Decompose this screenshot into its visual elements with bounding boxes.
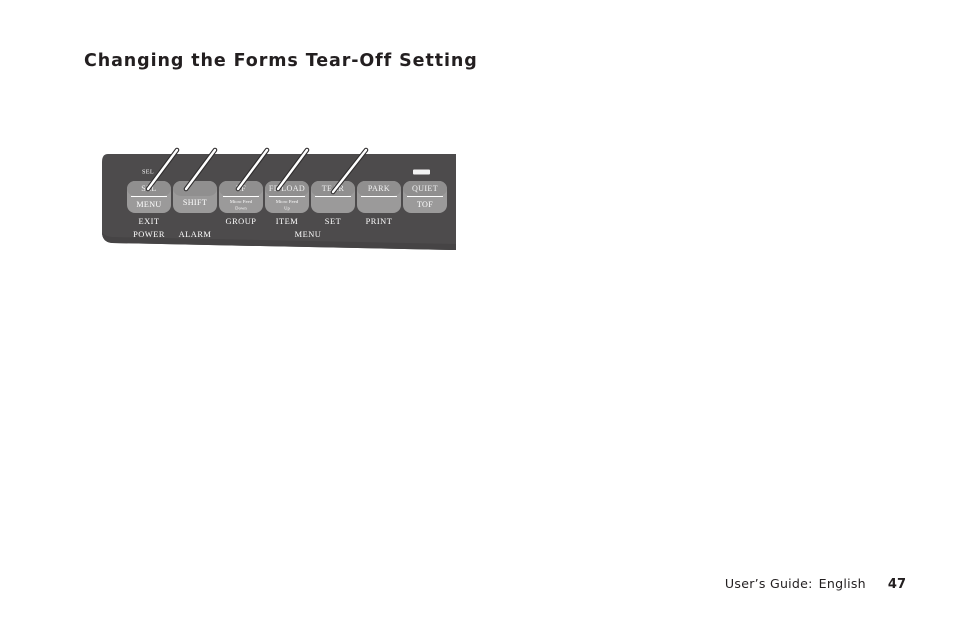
tear-set-button[interactable]: TEAR — [311, 181, 355, 213]
alarm-label: ALARM — [179, 230, 212, 239]
sel-led-label: SEL — [142, 168, 154, 175]
item-label: ITEM — [276, 217, 299, 226]
control-panel-figure: SEL SEL MENU EXIT POWER SHIFT ALARM LF M… — [100, 147, 462, 260]
page-footer: User’s Guide: English 47 — [725, 576, 906, 592]
footer-guide-label: User’s Guide: — [724, 576, 813, 591]
ff-load-microfeed-up-button[interactable]: FF/LOAD Micro Feed Up — [265, 181, 309, 213]
quiet-button-bottom-label: TOF — [417, 200, 433, 209]
quiet-tof-button[interactable]: QUIET TOF — [403, 181, 447, 213]
power-label: POWER — [133, 230, 165, 239]
footer-language-label: English — [818, 576, 866, 591]
park-print-button[interactable]: PARK — [357, 181, 401, 213]
park-button-top-label: PARK — [368, 184, 390, 193]
lf-button-micro-line1: Micro Feed — [230, 199, 253, 204]
lf-button-micro-line2: Down — [235, 206, 247, 211]
shift-button[interactable]: SHIFT — [173, 181, 217, 213]
print-label: PRINT — [366, 217, 393, 226]
menu-group-label: MENU — [295, 230, 322, 239]
page-title: Changing the Forms Tear-Off Setting — [84, 51, 478, 71]
footer-page-number: 47 — [887, 577, 906, 592]
shift-button-label: SHIFT — [183, 198, 207, 207]
ff-load-button-top-label: FF/LOAD — [269, 184, 305, 193]
group-label: GROUP — [226, 217, 257, 226]
quiet-led-icon — [413, 169, 430, 175]
set-label: SET — [325, 217, 341, 226]
quiet-button-top-label: QUIET — [412, 184, 438, 193]
ff-load-button-micro-line1: Micro Feed — [276, 199, 299, 204]
ff-load-button-micro-line2: Up — [284, 206, 290, 211]
exit-label: EXIT — [138, 217, 159, 226]
sel-menu-button-bottom-label: MENU — [136, 200, 161, 209]
